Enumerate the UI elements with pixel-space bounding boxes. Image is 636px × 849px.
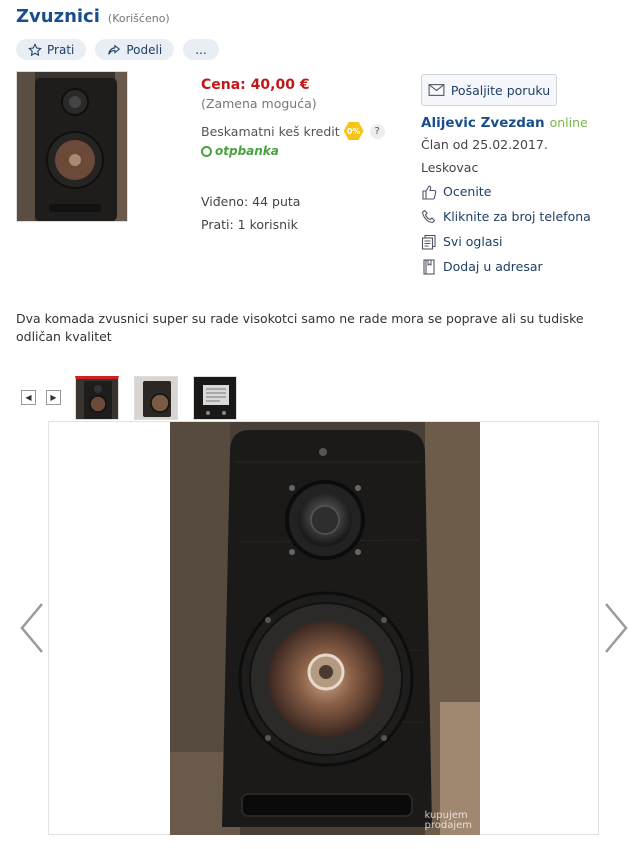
- share-label: Podeli: [126, 42, 163, 57]
- speaker-back-thumb: [194, 377, 236, 419]
- thumbs-up-icon: [422, 184, 437, 200]
- rate-seller-label: Ocenite: [443, 184, 492, 199]
- more-button[interactable]: ...: [183, 39, 219, 60]
- gallery-main-image[interactable]: kupujem prodajem: [170, 422, 480, 835]
- speaker-front-thumb: [76, 379, 118, 419]
- price-info: Cena: 40,00 € (Zamena moguća) Beskamatni…: [201, 77, 385, 236]
- documents-icon: [421, 234, 436, 250]
- follower-count: Prati: 1 korisnik: [201, 217, 298, 232]
- member-since: Član od 25.02.2017.: [421, 137, 548, 152]
- address-book-icon: [423, 258, 435, 275]
- seller-info: Alijevic Zvezdan online: [421, 115, 591, 131]
- thumbnail-strip: [75, 376, 237, 420]
- speaker-photo: [17, 72, 127, 221]
- phone-icon: [421, 209, 436, 223]
- envelope-icon: [428, 84, 445, 96]
- thumbnail-3[interactable]: [193, 376, 237, 420]
- swap-note: (Zamena moguća): [201, 96, 317, 111]
- address-book-link[interactable]: Dodaj u adresar: [421, 254, 591, 279]
- thumbnail-prev-button[interactable]: ◀: [21, 390, 36, 405]
- bank-name: otpbanka: [215, 144, 279, 158]
- bank-logo-icon: [201, 145, 212, 157]
- show-phone-link[interactable]: Kliknite za broj telefona: [421, 204, 591, 229]
- more-label: ...: [195, 42, 207, 57]
- credit-label: Beskamatni keš kredit: [201, 123, 340, 139]
- seller-city: Leskovac: [421, 160, 479, 175]
- share-arrow-icon: [108, 44, 121, 55]
- speaker-side-thumb: [135, 377, 177, 419]
- seller-panel: Pošaljite poruku Alijevic Zvezdan online…: [421, 74, 591, 279]
- speaker-photo-large: [170, 422, 480, 835]
- gallery-prev-arrow[interactable]: [16, 600, 46, 656]
- all-ads-link[interactable]: Svi oglasi: [421, 229, 591, 254]
- gallery-next-arrow[interactable]: [602, 600, 632, 656]
- thumbnail-1[interactable]: [75, 376, 119, 420]
- image-gallery: kupujem prodajem: [48, 421, 599, 835]
- listing-stats: Viđeno: 44 puta Prati: 1 korisnik: [201, 190, 385, 236]
- send-message-button[interactable]: Pošaljite poruku: [421, 74, 557, 106]
- view-count: Viđeno: 44 puta: [201, 194, 301, 209]
- listing-title: Zvuznici: [16, 6, 100, 27]
- listing-description: Dva komada zvusnici super su rade visoko…: [16, 311, 584, 344]
- rate-seller-link[interactable]: Ocenite: [421, 179, 591, 204]
- listing-condition: (Korišćeno): [107, 12, 170, 25]
- all-ads-label: Svi oglasi: [443, 234, 503, 249]
- share-button[interactable]: Podeli: [95, 39, 175, 60]
- address-book-label: Dodaj u adresar: [443, 259, 543, 274]
- title-row: Zvuznici (Korišćeno): [16, 6, 170, 27]
- show-phone-label: Kliknite za broj telefona: [443, 209, 591, 224]
- follow-button[interactable]: Prati: [16, 39, 87, 60]
- thumbnail-next-button[interactable]: ▶: [46, 390, 61, 405]
- seller-name[interactable]: Alijevic Zvezdan: [421, 115, 545, 131]
- follow-label: Prati: [47, 42, 75, 57]
- credit-offer[interactable]: Beskamatni keš kredit 0% ?: [201, 121, 385, 141]
- action-buttons: Prati Podeli ...: [16, 39, 219, 60]
- send-message-label: Pošaljite poruku: [450, 82, 551, 98]
- watermark-line-2: prodajem: [424, 820, 472, 831]
- bank-logo: otpbanka: [201, 144, 385, 158]
- star-icon: [28, 42, 42, 56]
- listing-thumbnail[interactable]: [16, 71, 128, 222]
- watermark-logo: kupujem prodajem: [424, 811, 472, 831]
- zero-percent-badge: 0%: [343, 122, 364, 140]
- seller-links: Ocenite Kliknite za broj telefona Svi og…: [421, 179, 591, 279]
- price: Cena: 40,00 €: [201, 77, 310, 93]
- online-status: online: [549, 115, 588, 130]
- help-icon[interactable]: ?: [369, 123, 385, 139]
- thumbnail-2[interactable]: [134, 376, 178, 420]
